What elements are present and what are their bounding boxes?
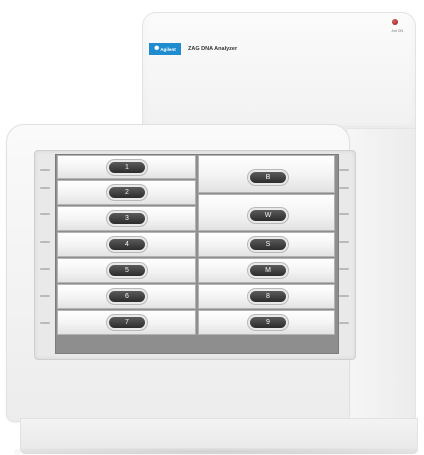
side-tick-mark	[339, 322, 349, 324]
side-tick-mark	[339, 241, 349, 243]
side-tick-mark	[339, 268, 349, 270]
spark-icon: ✺	[154, 46, 160, 52]
drawer-3[interactable]: 3	[57, 206, 196, 231]
status-label: Ant ON	[391, 29, 403, 33]
side-tick-mark	[339, 213, 349, 215]
drawer-handle[interactable]: 5	[109, 265, 145, 276]
side-tick-mark	[40, 295, 50, 297]
drawer-6[interactable]: 6	[57, 284, 196, 309]
side-tick-mark	[40, 187, 50, 189]
brand-name: Agilent	[160, 46, 176, 52]
drawer-1[interactable]: 1	[57, 155, 196, 179]
drawer-2[interactable]: 2	[57, 180, 196, 205]
drawer-handle[interactable]: 4	[109, 239, 145, 250]
drawer-5[interactable]: 5	[57, 258, 196, 283]
side-tick-mark	[339, 187, 349, 189]
drawer-7[interactable]: 7	[57, 310, 196, 335]
drawer-handle[interactable]: 9	[250, 317, 286, 328]
side-tick-mark	[40, 169, 50, 171]
side-tick-mark	[339, 169, 349, 171]
drawer-w[interactable]: W	[198, 194, 335, 231]
top-module: ✺ Agilent ZAG DNA Analyzer Ant ON	[142, 12, 416, 134]
side-tick-mark	[40, 268, 50, 270]
base-shadow	[14, 448, 418, 455]
drawer-handle[interactable]: 1	[109, 162, 145, 173]
drawer-b[interactable]: B	[198, 155, 335, 193]
drawer-9[interactable]: 9	[198, 310, 335, 335]
drawer-handle[interactable]: 7	[109, 317, 145, 328]
drawer-handle[interactable]: M	[250, 265, 286, 276]
drawer-8[interactable]: 8	[198, 284, 335, 309]
drawer-handle[interactable]: 2	[109, 187, 145, 198]
status-led-icon	[392, 19, 398, 25]
drawer-handle[interactable]: 3	[109, 213, 145, 224]
drawer-s[interactable]: S	[198, 232, 335, 257]
drawer-handle[interactable]: S	[250, 239, 286, 250]
side-tick-mark	[40, 241, 50, 243]
drawer-handle[interactable]: W	[250, 210, 286, 221]
side-panel	[346, 128, 416, 422]
product-name: ZAG DNA Analyzer	[188, 46, 238, 52]
drawer-handle[interactable]: 8	[250, 291, 286, 302]
drawer-handle[interactable]: 6	[109, 291, 145, 302]
drawer-handle[interactable]: B	[250, 172, 286, 183]
side-tick-mark	[40, 213, 50, 215]
side-tick-mark	[40, 322, 50, 324]
agilent-logo: ✺ Agilent	[149, 43, 181, 55]
drawer-4[interactable]: 4	[57, 232, 196, 257]
drawer-m[interactable]: M	[198, 258, 335, 283]
side-tick-mark	[339, 295, 349, 297]
